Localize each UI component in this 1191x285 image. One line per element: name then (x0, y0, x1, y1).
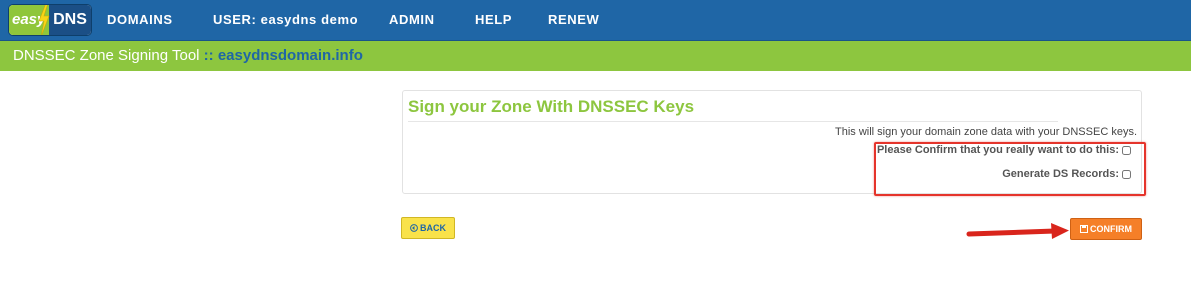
tool-name: DNSSEC Zone Signing Tool (13, 47, 200, 64)
back-button[interactable]: BACK (401, 217, 455, 239)
annotation-arrow-icon (966, 223, 1069, 239)
logo-dns-text: DNS (49, 5, 91, 35)
confirm-button[interactable]: CONFIRM (1070, 218, 1142, 240)
confirm-label: CONFIRM (1090, 224, 1132, 234)
title-separator: :: (199, 47, 218, 64)
nav-user[interactable]: USER: easydns demo (213, 0, 358, 40)
panel-divider (408, 121, 1058, 122)
annotation-highlight-box (874, 142, 1146, 196)
top-navbar: easy DNS DOMAINS USER: easydns demo ADMI… (0, 0, 1191, 41)
save-icon (1080, 225, 1088, 233)
nav-help[interactable]: HELP (475, 0, 512, 40)
nav-domains[interactable]: DOMAINS (107, 0, 173, 40)
nav-admin[interactable]: ADMIN (389, 0, 435, 40)
nav-renew[interactable]: RENEW (548, 0, 599, 40)
panel-title: Sign your Zone With DNSSEC Keys (408, 97, 695, 116)
page-title: DNSSEC Zone Signing Tool :: easydnsdomai… (13, 41, 363, 71)
lightning-bolt-icon (38, 5, 50, 35)
tool-header-bar: DNSSEC Zone Signing Tool :: easydnsdomai… (0, 41, 1191, 71)
back-arrow-icon (410, 224, 418, 232)
domain-name: easydnsdomain.info (217, 47, 363, 64)
easydns-logo[interactable]: easy DNS (9, 5, 91, 35)
panel-description: This will sign your domain zone data wit… (834, 126, 1137, 138)
back-label: BACK (420, 223, 446, 233)
